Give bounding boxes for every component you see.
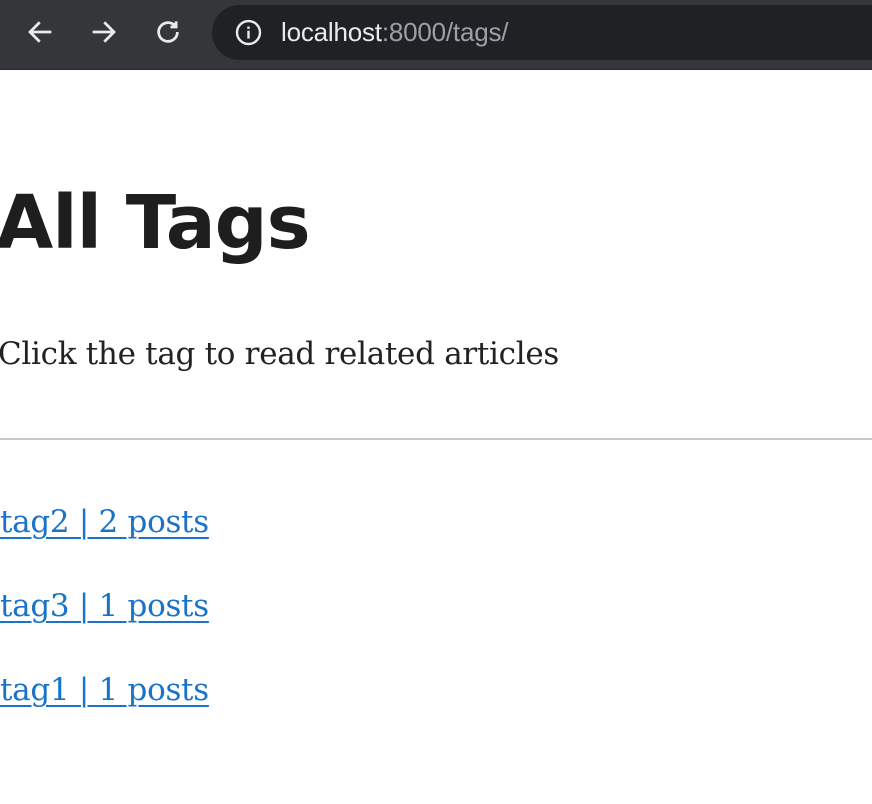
- tag-link-tag3[interactable]: tag3 | 1 posts: [0, 588, 209, 624]
- url-path: :8000/tags/: [381, 17, 509, 47]
- tag-link-tag1[interactable]: tag1 | 1 posts: [0, 672, 209, 708]
- url-text[interactable]: localhost:8000/tags/: [281, 17, 508, 47]
- page-title: All Tags: [0, 180, 311, 266]
- page-content: All Tags Click the tag to read related a…: [0, 70, 872, 804]
- list-item: tag2 | 2 posts: [0, 500, 209, 584]
- reload-button[interactable]: [150, 14, 186, 50]
- list-item: tag3 | 1 posts: [0, 584, 209, 668]
- tag-list: tag2 | 2 posts tag3 | 1 posts tag1 | 1 p…: [0, 500, 209, 752]
- browser-toolbar: localhost:8000/tags/: [0, 0, 872, 70]
- page-subtitle: Click the tag to read related articles: [0, 336, 559, 372]
- forward-button[interactable]: [86, 14, 122, 50]
- info-icon[interactable]: [234, 18, 263, 47]
- list-item: tag1 | 1 posts: [0, 668, 209, 752]
- url-host: localhost: [281, 17, 382, 47]
- reload-icon: [157, 21, 179, 43]
- divider: [0, 438, 872, 440]
- back-button[interactable]: [22, 14, 58, 50]
- tag-link-tag2[interactable]: tag2 | 2 posts: [0, 504, 209, 540]
- arrow-left-icon: [28, 21, 52, 43]
- address-bar[interactable]: localhost:8000/tags/: [212, 5, 872, 60]
- arrow-right-icon: [92, 21, 116, 43]
